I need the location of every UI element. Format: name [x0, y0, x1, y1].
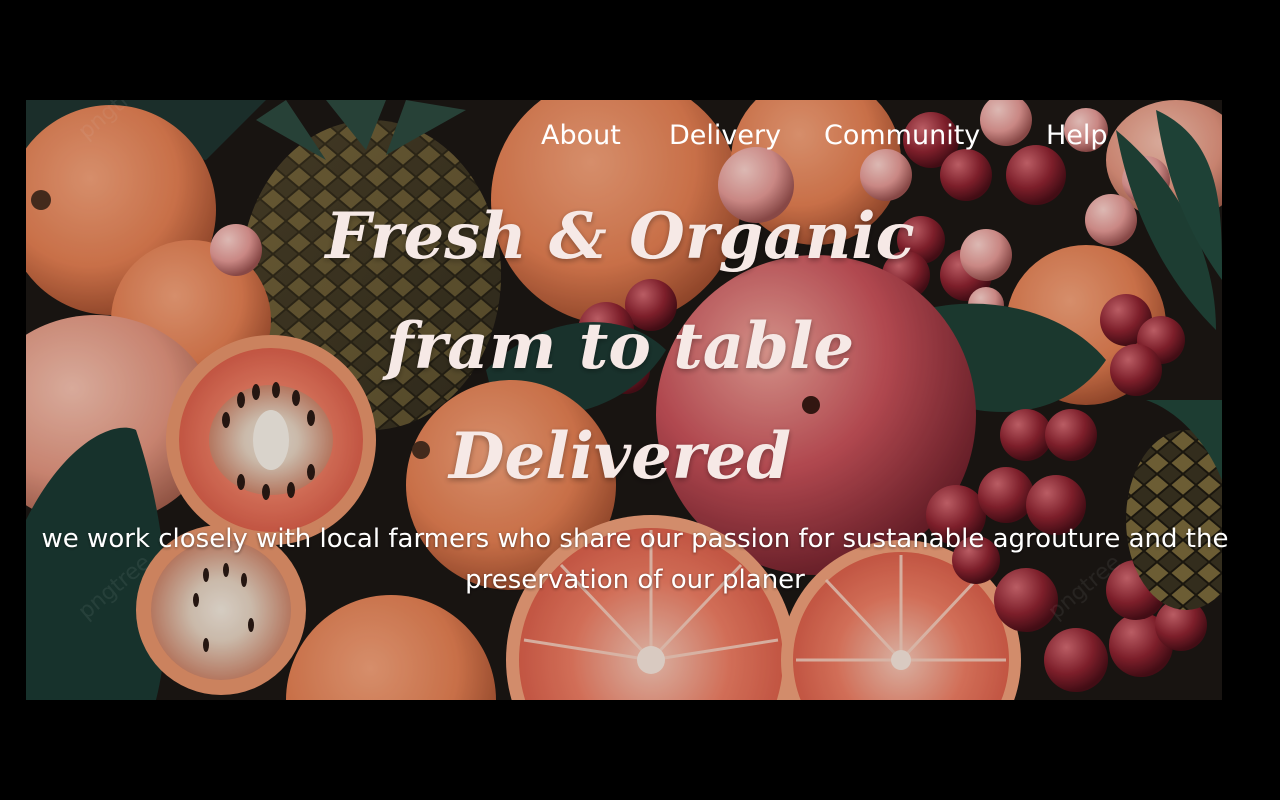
hero-title-line-2: fram to table [385, 309, 855, 384]
hero-title-line-3: Delivered [449, 419, 791, 494]
nav-link-delivery[interactable]: Delivery [669, 116, 781, 156]
nav-link-help[interactable]: Help [1046, 116, 1108, 156]
hero-title-line-1: Fresh & Organic [325, 199, 915, 274]
main-nav: About Delivery Community Help [0, 116, 1280, 156]
nav-link-community[interactable]: Community [824, 116, 980, 156]
page: pngtree pngtree pngtree About Delivery C… [0, 0, 1280, 800]
hero-title: Fresh & Organic fram to table Delivered [270, 182, 970, 512]
nav-link-about[interactable]: About [541, 116, 621, 156]
hero-subtitle: we work closely with local farmers who s… [41, 524, 1229, 595]
